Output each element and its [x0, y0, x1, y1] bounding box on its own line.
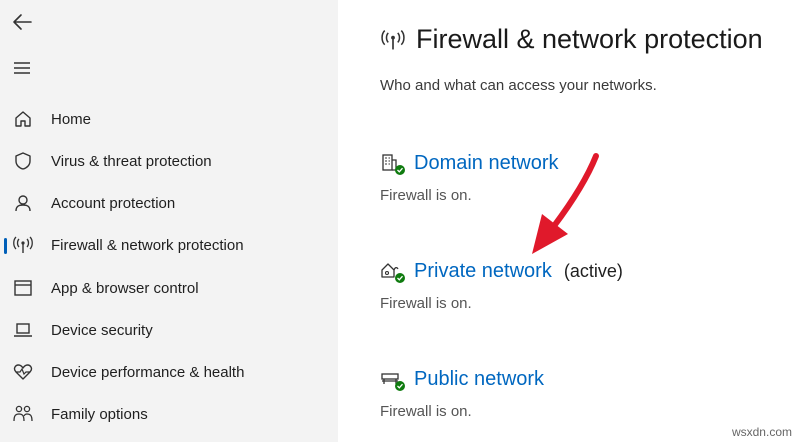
- person-icon: [12, 192, 34, 214]
- sidebar-item-label: Virus & threat protection: [51, 152, 212, 170]
- active-label: (active): [563, 260, 623, 281]
- sidebar-item-app-browser[interactable]: App & browser control: [0, 270, 338, 306]
- annotation-arrow-icon: [532, 153, 599, 254]
- sidebar-item-label: Family options: [51, 405, 148, 423]
- page-subtitle: Who and what can access your networks.: [380, 77, 657, 94]
- sidebar: Home Virus & threat protection Account p…: [0, 0, 338, 442]
- check-icon: [395, 273, 405, 283]
- private-network-section: Private network (active) Firewall is on.: [380, 257, 623, 313]
- watermark: wsxdn.com: [731, 425, 792, 439]
- check-icon: [395, 165, 405, 175]
- sidebar-item-account[interactable]: Account protection: [0, 185, 338, 221]
- family-icon: [12, 403, 34, 425]
- browser-window-icon: [12, 277, 34, 299]
- sidebar-item-label: Firewall & network protection: [51, 236, 244, 254]
- building-icon: [380, 152, 405, 175]
- page-header: Firewall & network protection: [380, 24, 763, 55]
- sidebar-item-device-security[interactable]: Device security: [0, 312, 338, 348]
- antenna-icon: [381, 29, 405, 49]
- active-indicator: [4, 238, 7, 254]
- private-network-link[interactable]: Private network: [414, 260, 552, 283]
- home-icon: [12, 108, 34, 130]
- private-network-status: Firewall is on.: [380, 295, 472, 312]
- sidebar-item-label: Home: [51, 110, 92, 128]
- back-arrow-icon: [13, 14, 32, 30]
- sidebar-item-label: Account protection: [51, 194, 176, 212]
- sidebar-item-label: Device performance & health: [51, 363, 245, 381]
- house-icon: [380, 260, 405, 283]
- shield-icon: [12, 150, 34, 172]
- heart-pulse-icon: [12, 361, 34, 383]
- sidebar-item-device-performance[interactable]: Device performance & health: [0, 354, 338, 390]
- page-title: Firewall & network protection: [416, 24, 763, 54]
- back-button[interactable]: [8, 8, 36, 36]
- sidebar-item-family[interactable]: Family options: [0, 396, 338, 432]
- sidebar-item-virus-threat[interactable]: Virus & threat protection: [0, 143, 338, 179]
- sidebar-item-label: App & browser control: [51, 279, 199, 297]
- public-network-status: Firewall is on.: [380, 403, 472, 420]
- hamburger-menu-icon: [14, 62, 30, 74]
- check-icon: [395, 381, 405, 391]
- public-network-section: Public network Firewall is on.: [380, 365, 544, 421]
- menu-button[interactable]: [8, 54, 36, 82]
- laptop-icon: [12, 319, 34, 341]
- antenna-icon: [12, 234, 34, 256]
- sidebar-item-label: Device security: [51, 321, 153, 339]
- bench-icon: [380, 368, 405, 391]
- public-network-link[interactable]: Public network: [414, 368, 544, 391]
- sidebar-item-home[interactable]: Home: [0, 101, 338, 137]
- sidebar-item-firewall[interactable]: Firewall & network protection: [0, 227, 338, 263]
